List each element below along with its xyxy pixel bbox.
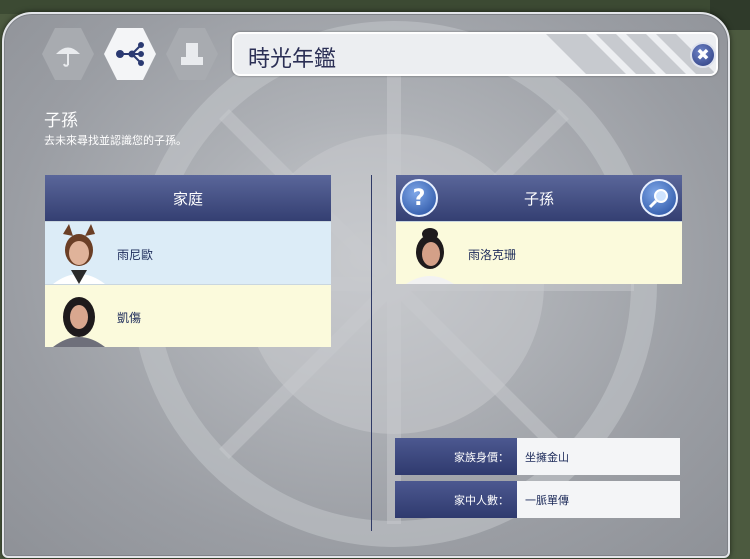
question-icon: ?: [412, 185, 426, 211]
family-worth-value: 坐擁金山: [517, 438, 680, 475]
umbrella-icon: [56, 47, 80, 67]
family-header: 家庭: [45, 175, 331, 221]
close-icon: ✖: [696, 45, 710, 64]
catgirl-portrait-icon: [53, 224, 105, 284]
tab-umbrella[interactable]: [42, 28, 94, 80]
column-divider: [371, 175, 372, 531]
section-description: 去未來尋找並認識您的子孫。: [44, 134, 187, 147]
descendants-list: ? 子孫 雨洛克珊: [396, 175, 682, 287]
family-tree-icon: [116, 42, 144, 66]
podium-icon: [181, 43, 203, 65]
family-header-label: 家庭: [172, 189, 203, 208]
family-list: 家庭 雨尼歐 凱傷: [45, 175, 331, 349]
woman-portrait-icon: [406, 228, 454, 284]
section-title: 子孫: [44, 111, 78, 131]
household-size-label: 家中人數：: [395, 481, 517, 518]
descendants-header: ? 子孫: [396, 175, 682, 221]
family-worth-row: 家族身價： 坐擁金山: [395, 438, 680, 475]
descendants-header-label: 子孫: [523, 189, 554, 208]
household-size-value: 一脈單傳: [517, 481, 680, 518]
help-button[interactable]: ?: [400, 179, 438, 217]
search-button[interactable]: [640, 179, 678, 217]
longhair-man-portrait-icon: [53, 297, 105, 347]
family-member-row[interactable]: 凱傷: [45, 284, 331, 347]
family-worth-label: 家族身價：: [395, 438, 517, 475]
descendant-name: 雨洛克珊: [468, 248, 517, 262]
close-button[interactable]: ✖: [690, 42, 716, 68]
family-member-name: 雨尼歐: [117, 248, 154, 262]
window-title: 時光年鑑: [248, 47, 337, 72]
family-member-row[interactable]: 雨尼歐: [45, 221, 331, 284]
title-bar: 時光年鑑: [232, 32, 718, 76]
descendant-row[interactable]: 雨洛克珊: [396, 221, 682, 284]
household-size-row: 家中人數： 一脈單傳: [395, 481, 680, 518]
time-almanac-panel: 時光年鑑 ✖ 子孫 去未來尋找並認識您的子孫。 家庭 雨尼歐 凱傷 ? 子孫 雨…: [2, 12, 730, 558]
magnifier-icon: [648, 189, 668, 209]
family-member-name: 凱傷: [117, 311, 142, 325]
